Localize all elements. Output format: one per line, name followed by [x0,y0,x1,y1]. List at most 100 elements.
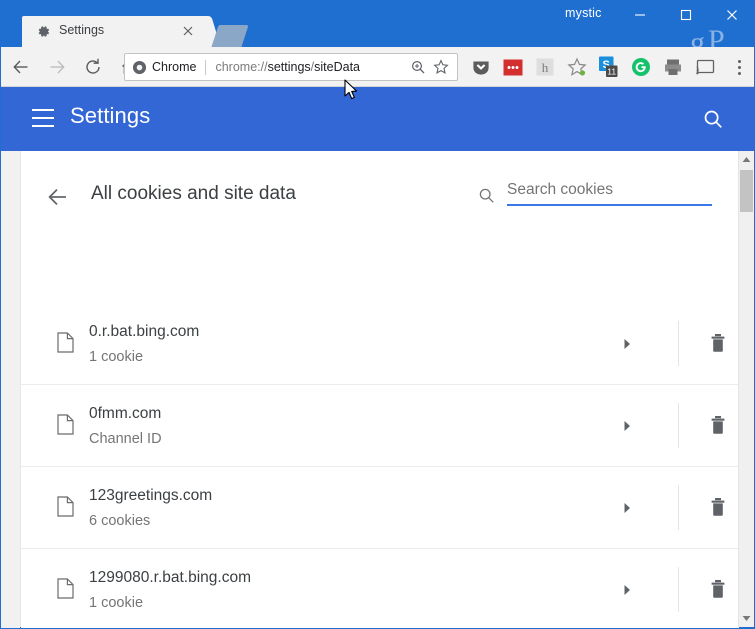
forward-arrow-icon [47,57,67,77]
chevron-right-icon [621,337,633,351]
chevron-right-icon [621,583,633,597]
address-bar-url: chrome://settings/siteData [215,60,408,74]
chrome-logo-icon [132,60,147,75]
three-dot-menu-icon [738,60,741,63]
zoom-in-icon[interactable] [408,58,427,77]
cookie-item-text: 0fmm.com Channel ID [89,401,569,451]
cookie-site-name: 0fmm.com [89,401,569,427]
tab-title: Settings [59,23,104,37]
cookie-list-item[interactable]: 123greetings.com 6 cookies [21,466,739,548]
browser-menu-button[interactable] [730,56,748,78]
gear-icon [36,24,51,39]
delete-cookie-button[interactable] [708,496,728,518]
expand-row-button[interactable] [617,498,637,518]
section-title: All cookies and site data [91,183,296,205]
cookie-list-item[interactable]: 0fmm.com Channel ID [21,384,739,466]
trash-icon [708,332,728,354]
row-divider [678,403,679,448]
address-bar[interactable]: Chrome chrome://settings/siteData [124,53,458,81]
scroll-up-arrow-icon [742,156,751,163]
close-icon [725,8,739,22]
cookie-site-detail: 1 cookie [89,345,569,369]
chevron-right-icon [621,501,633,515]
url-host: settings [268,60,311,74]
svg-text:h: h [542,60,549,75]
document-icon [57,578,74,599]
cookie-site-name: 1299080.r.bat.bing.com [89,565,569,591]
lastpass-extension-icon[interactable] [502,56,524,78]
skype-badge-count: 11 [607,67,616,77]
cookie-list-item[interactable]: 1299080.r.bat.bing.com 1 cookie [21,548,739,629]
browser-tab-settings[interactable]: Settings [22,16,204,47]
expand-row-button[interactable] [617,334,637,354]
browser-forward-button[interactable] [45,55,69,79]
new-tab-button[interactable] [211,25,248,47]
search-icon [702,108,724,130]
url-scheme: chrome:// [215,60,267,74]
cookie-site-detail: Channel ID [89,427,569,451]
scroll-down-arrow-icon [742,615,751,622]
star-icon [433,59,449,75]
settings-back-button[interactable] [45,184,71,210]
cookie-site-detail: 1 cookie [89,591,569,615]
site-data-card: All cookies and site data REMOVE ALL [20,151,739,627]
window-title-bar: mystic Settings [0,0,755,47]
browser-reload-button[interactable] [81,55,105,79]
cookie-item-text: 1299080.r.bat.bing.com 1 cookie [89,565,569,615]
cookie-site-name: 0.r.bat.bing.com [89,319,569,345]
back-arrow-icon [46,185,70,209]
trash-icon [708,414,728,436]
grammarly-extension-icon[interactable] [630,56,652,78]
cookie-site-detail: 6 cookies [89,509,569,533]
window-minimize-button[interactable] [617,0,663,30]
skype-extension-icon[interactable]: S 11 [598,56,620,78]
window-maximize-button[interactable] [663,0,709,30]
scroll-down-button[interactable] [739,611,754,626]
cookie-search [478,181,713,215]
site-identity-label: Chrome [152,60,196,74]
document-icon [57,496,74,517]
page-scrollbar[interactable] [738,151,754,627]
hamburger-menu-icon[interactable] [32,109,54,127]
window-close-button[interactable] [709,0,755,30]
trash-icon [708,496,728,518]
delete-cookie-button[interactable] [708,578,728,600]
back-arrow-icon [11,57,31,77]
print-extension-icon[interactable] [662,56,684,78]
tab-close-button[interactable] [180,23,196,39]
expand-row-button[interactable] [617,416,637,436]
url-path: siteData [314,60,360,74]
cast-icon[interactable] [694,56,716,78]
cookie-item-text: 0.r.bat.bing.com 1 cookie [89,319,569,369]
minimize-icon [633,8,647,22]
pocket-extension-icon[interactable] [470,56,492,78]
expand-row-button[interactable] [617,580,637,600]
delete-cookie-button[interactable] [708,414,728,436]
document-icon [57,332,74,353]
search-cookies-input[interactable] [507,181,712,206]
scroll-up-button[interactable] [739,152,754,167]
trash-icon [708,578,728,600]
site-data-header: All cookies and site data [21,151,739,246]
search-icon [478,187,495,204]
cookie-list: 0.r.bat.bing.com 1 cookie [21,303,739,629]
bookmark-star-button[interactable] [431,58,450,77]
omnibox-divider [205,60,206,75]
maximize-icon [679,8,693,22]
row-divider [678,321,679,366]
delete-cookie-button[interactable] [708,332,728,354]
page-title: Settings [70,103,150,129]
browser-back-button[interactable] [9,55,33,79]
cookie-item-text: 123greetings.com 6 cookies [89,483,569,533]
cookie-list-item[interactable]: 0.r.bat.bing.com 1 cookie [21,303,739,384]
close-icon [180,23,196,39]
page-left-gutter [1,302,20,629]
window-user-label: mystic [565,6,602,20]
honey-extension-icon[interactable]: h [534,56,556,78]
scrollbar-thumb[interactable] [740,170,753,212]
settings-page-body: All cookies and site data REMOVE ALL [0,151,755,627]
reload-icon [83,57,103,77]
bookmark-star-extension-icon[interactable] [566,56,588,78]
settings-search-button[interactable] [701,107,725,131]
settings-app-header: Settings [0,87,755,151]
